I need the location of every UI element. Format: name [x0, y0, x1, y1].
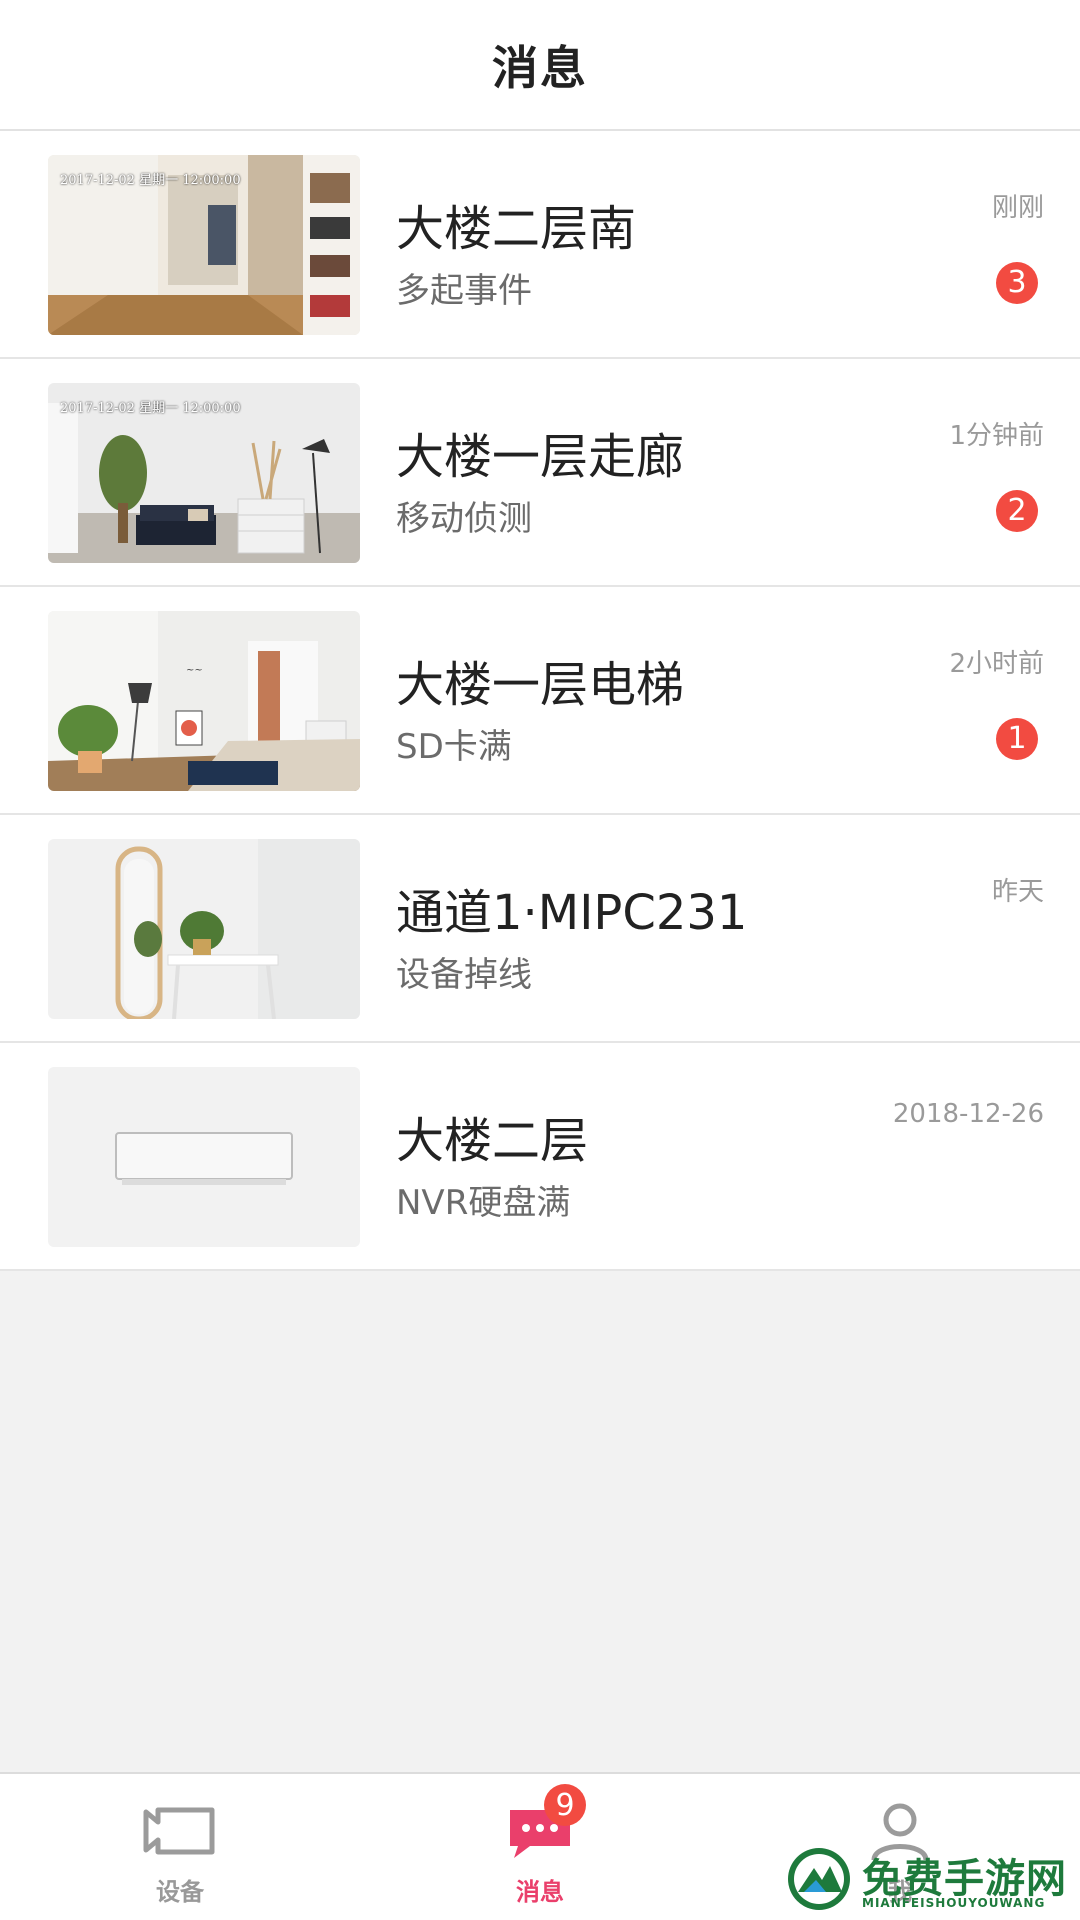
message-row[interactable]: 大楼二层 NVR硬盘满 2018-12-26 — [0, 1043, 1080, 1271]
device-name: 大楼二层 — [396, 1113, 589, 1169]
device-name: 大楼二层南 — [396, 201, 637, 257]
header-bar: 消息 — [0, 0, 1080, 131]
svg-text:~~: ~~ — [186, 665, 203, 676]
event-thumbnail[interactable]: 2017-12-02 星期一 12:00:00 — [48, 155, 360, 335]
event-time: 2018-12-26 — [892, 1099, 1044, 1129]
unread-count-badge: 2 — [996, 490, 1038, 532]
event-time: 1分钟前 — [949, 421, 1044, 451]
unread-count-badge: 1 — [996, 718, 1038, 760]
bedroom-image: ~~ — [48, 611, 360, 791]
event-type: 移动侦测 — [396, 499, 532, 539]
event-time: 2小时前 — [949, 649, 1044, 679]
event-time: 刚刚 — [991, 193, 1044, 223]
tab-label: 设备 — [156, 1878, 204, 1906]
device-name: 通道1·MIPC231 — [396, 885, 748, 941]
event-type: SD卡满 — [396, 727, 512, 767]
device-name: 大楼一层电梯 — [396, 657, 685, 713]
message-list: 2017-12-02 星期一 12:00:00 大楼二层南 多起事件 刚刚 3 — [0, 131, 1080, 1271]
device-name: 大楼一层走廊 — [396, 429, 685, 485]
message-row[interactable]: 2017-12-02 星期一 12:00:00 大楼一层走廊 移动侦测 1分钟前… — [0, 359, 1080, 587]
tab-unread-badge: 9 — [544, 1784, 586, 1826]
unread-count-badge: 3 — [996, 262, 1038, 304]
camera-icon — [140, 1800, 220, 1862]
osd-timestamp: 2017-12-02 星期一 12:00:00 — [60, 401, 241, 416]
tab-messages[interactable]: 9 消息 — [460, 1774, 620, 1920]
event-thumbnail[interactable] — [48, 839, 360, 1019]
tab-devices[interactable]: 设备 — [100, 1774, 260, 1920]
site-watermark: 免费手游网 MIANFEISHOUYOUWANG — [786, 1846, 1076, 1920]
mirror-table-image — [48, 839, 360, 1019]
event-thumbnail[interactable] — [48, 1067, 360, 1247]
event-thumbnail[interactable]: ~~ — [48, 611, 360, 791]
message-row[interactable]: ~~ 大楼一层电梯 SD卡满 2小时前 1 — [0, 587, 1080, 815]
nvr-device-image — [48, 1067, 360, 1247]
message-row[interactable]: 2017-12-02 星期一 12:00:00 大楼二层南 多起事件 刚刚 3 — [0, 131, 1080, 359]
event-type: 设备掉线 — [396, 955, 532, 995]
watermark-subtext: MIANFEISHOUYOUWANG — [862, 1896, 1046, 1910]
event-type: 多起事件 — [396, 271, 532, 311]
event-type: NVR硬盘满 — [396, 1183, 571, 1223]
event-time: 昨天 — [991, 877, 1044, 907]
tab-label: 消息 — [516, 1878, 564, 1906]
watermark-logo-icon — [786, 1846, 852, 1912]
message-row[interactable]: 通道1·MIPC231 设备掉线 昨天 — [0, 815, 1080, 1043]
osd-timestamp: 2017-12-02 星期一 12:00:00 — [60, 173, 241, 188]
message-icon: 9 — [500, 1784, 586, 1862]
event-thumbnail[interactable]: 2017-12-02 星期一 12:00:00 — [48, 383, 360, 563]
page-title: 消息 — [492, 40, 588, 95]
